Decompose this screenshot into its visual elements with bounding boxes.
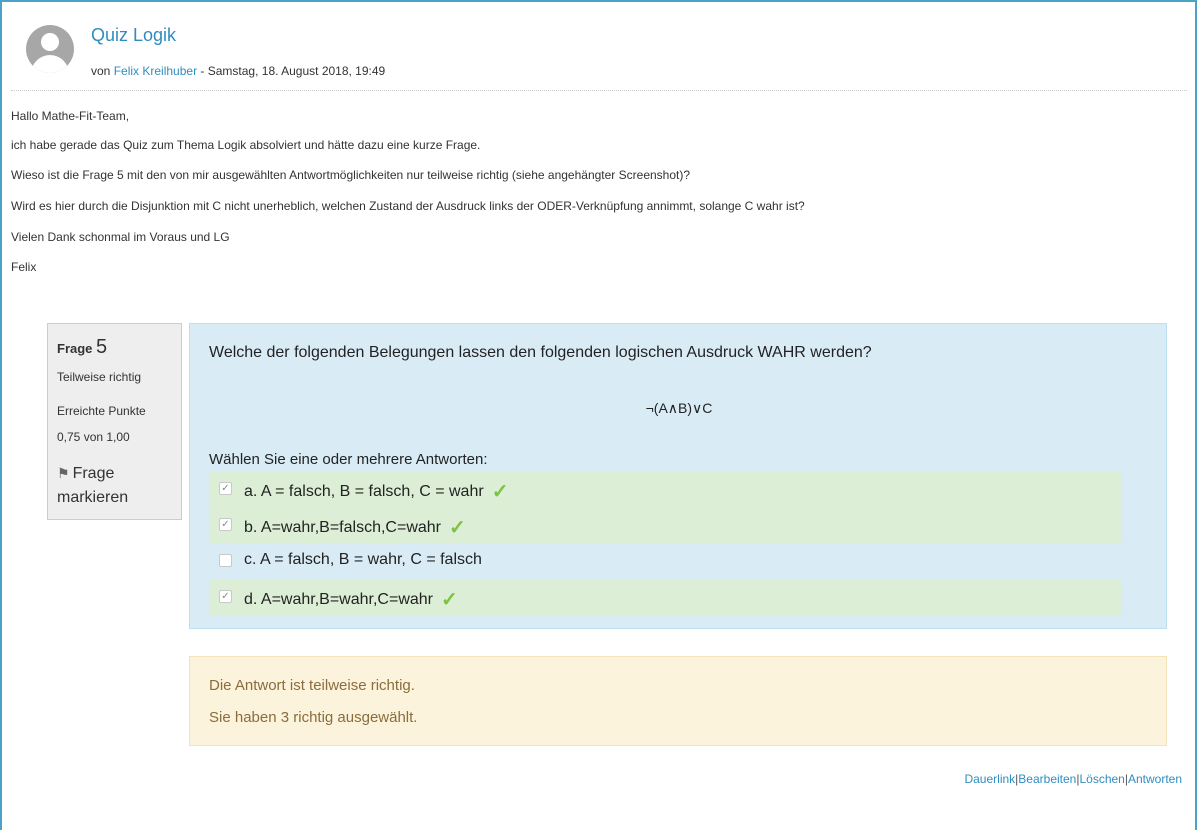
post-body-line: Felix — [11, 260, 37, 274]
answer-label-container: c. A = falsch, B = wahr, C = falsch — [244, 551, 482, 569]
answer-label: a. A = falsch, B = falsch, C = wahr — [244, 483, 484, 500]
answer-label: d. A=wahr,B=wahr,C=wahr — [244, 591, 433, 608]
feedback-line: Die Antwort ist teilweise richtig. — [209, 677, 415, 694]
avatar-shoulders — [31, 55, 69, 73]
flag-question-button[interactable]: ⚑ Frage markieren — [57, 461, 128, 510]
question-status: Teilweise richtig — [57, 370, 142, 384]
answer-checkbox[interactable]: ✓ — [219, 518, 232, 531]
avatar-head — [41, 33, 59, 51]
post-body-line: Wieso ist die Frage 5 mit den von mir au… — [11, 168, 691, 182]
question-number-label: Frage — [57, 341, 93, 356]
post-date: - Samstag, 18. August 2018, 19:49 — [200, 64, 386, 78]
answer-option-d[interactable]: ✓ d. A=wahr,B=wahr,C=wahr ✓ — [209, 579, 1122, 615]
byline-prefix: von — [91, 64, 111, 78]
answer-label: b. A=wahr,B=falsch,C=wahr — [244, 519, 441, 536]
header-divider — [11, 90, 1187, 91]
flag-icon: ⚑ — [57, 465, 70, 481]
answer-label-container: a. A = falsch, B = falsch, C = wahr ✓ — [244, 479, 508, 504]
question-number-value: 5 — [96, 336, 108, 358]
answer-prompt: Wählen Sie eine oder mehrere Antworten: — [209, 451, 488, 468]
answer-label-container: b. A=wahr,B=falsch,C=wahr ✓ — [244, 515, 466, 540]
post-title[interactable]: Quiz Logik — [91, 25, 176, 46]
correct-check-icon: ✓ — [441, 589, 458, 611]
answer-option-b[interactable]: ✓ b. A=wahr,B=falsch,C=wahr ✓ — [209, 507, 1122, 543]
answer-checkbox[interactable]: ✓ — [219, 482, 232, 495]
post-byline: von Felix Kreilhuber - Samstag, 18. Augu… — [91, 64, 385, 78]
question-info-panel: Frage 5 Teilweise richtig Erreichte Punk… — [47, 323, 182, 520]
post-body-line: Wird es hier durch die Disjunktion mit C… — [11, 199, 805, 213]
points-value: 0,75 von 1,00 — [57, 430, 130, 444]
edit-link[interactable]: Bearbeiten — [1018, 772, 1076, 786]
permalink-link[interactable]: Dauerlink — [964, 772, 1015, 786]
avatar[interactable] — [26, 25, 74, 73]
post-body-line: ich habe gerade das Quiz zum Thema Logik… — [11, 138, 481, 152]
author-link[interactable]: Felix Kreilhuber — [114, 64, 197, 78]
answer-option-a[interactable]: ✓ a. A = falsch, B = falsch, C = wahr ✓ — [209, 471, 1122, 507]
answer-label-container: d. A=wahr,B=wahr,C=wahr ✓ — [244, 587, 458, 612]
answer-checkbox[interactable]: ✓ — [219, 590, 232, 603]
answer-option-c[interactable]: c. A = falsch, B = wahr, C = falsch — [209, 543, 1122, 579]
answer-checkbox[interactable] — [219, 554, 232, 567]
question-panel: Welche der folgenden Belegungen lassen d… — [189, 323, 1167, 629]
points-label: Erreichte Punkte — [57, 404, 146, 418]
question-number: Frage 5 — [57, 336, 107, 359]
reply-link[interactable]: Antworten — [1128, 772, 1182, 786]
feedback-line: Sie haben 3 richtig ausgewählt. — [209, 709, 418, 726]
flag-label-2: markieren — [57, 489, 129, 506]
delete-link[interactable]: Löschen — [1079, 772, 1124, 786]
correct-check-icon: ✓ — [449, 517, 466, 539]
question-text: Welche der folgenden Belegungen lassen d… — [209, 344, 872, 361]
post-body-line: Hallo Mathe-Fit-Team, — [11, 109, 130, 123]
correct-check-icon: ✓ — [491, 481, 509, 503]
feedback-panel: Die Antwort ist teilweise richtig. Sie h… — [189, 656, 1167, 746]
post-commands: Dauerlink|Bearbeiten|Löschen|Antworten — [964, 772, 1182, 786]
answer-label: c. A = falsch, B = wahr, C = falsch — [244, 551, 482, 568]
flag-label: Frage — [72, 465, 115, 482]
post-body-line: Vielen Dank schonmal im Voraus und LG — [11, 230, 230, 244]
logic-expression: ¬(A∧B)∨C — [645, 400, 713, 416]
